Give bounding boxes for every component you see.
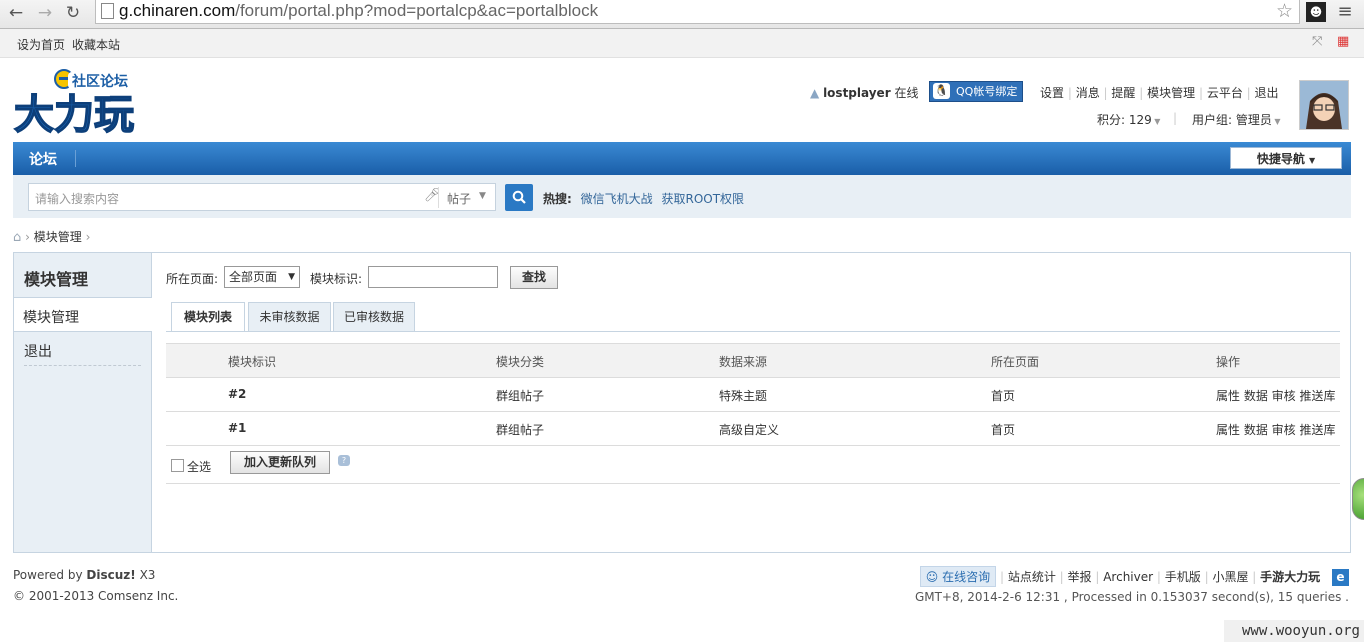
sidebar-title: 模块管理 (24, 270, 89, 289)
sidebar: 模块管理 模块管理 退出 (14, 253, 152, 552)
footer-link-stats[interactable]: 站点统计 (1008, 570, 1056, 584)
block-table: 模块标识 模块分类 数据来源 所在页面 操作 #2 群组帖子 特殊主题 首页 属… (166, 343, 1340, 446)
help-icon[interactable]: ? (338, 455, 350, 466)
breadcrumb: ⌂ › 模块管理 › (13, 230, 91, 245)
search-bar: 请输入搜索内容 🎤︎ 帖子 ▼ 热搜: 微信飞机大战 获取ROOT权限 (13, 175, 1351, 218)
watermark: www.wooyun.org (1224, 620, 1364, 642)
hot-keyword-2[interactable]: 获取ROOT权限 (661, 192, 744, 206)
table-row: #1 群组帖子 高级自定义 首页 属性 数据 审核 推送库 (166, 412, 1340, 446)
avatar[interactable] (1299, 80, 1349, 130)
home-icon[interactable]: ⌂ (13, 230, 21, 245)
nav-forum[interactable]: 论坛 (29, 149, 57, 169)
sidebar-item-logout[interactable]: 退出 (24, 341, 52, 361)
block-manage-link[interactable]: 模块管理 (1147, 86, 1195, 100)
qq-bind-button[interactable]: 🐧 QQ帐号绑定 (929, 81, 1024, 102)
username-link[interactable]: lostplayer (823, 86, 891, 100)
user-links: 设置 | 消息 | 提醒 | 模块管理 | 云平台 | 退出 (1040, 86, 1279, 100)
usergroup-dropdown[interactable]: 用户组: 管理员 ▼ (1192, 111, 1281, 128)
settings-link[interactable]: 设置 (1040, 86, 1064, 100)
tab-reviewed[interactable]: 已审核数据 (333, 302, 415, 332)
user-info: ▲ lostplayer 在线 (810, 84, 918, 101)
breadcrumb-current[interactable]: 模块管理 (34, 230, 82, 244)
select-all-checkbox[interactable] (171, 459, 184, 472)
browser-toolbar: ← → ↻ g.chinaren.com/forum/portal.php?mo… (0, 0, 1364, 29)
notices-link[interactable]: 提醒 (1111, 86, 1135, 100)
site-logo[interactable]: 社区论坛 大力玩 (12, 68, 144, 139)
star-icon[interactable]: ☆ (1276, 0, 1293, 22)
block-id-label: 模块标识: (310, 272, 363, 286)
divider: | (1173, 111, 1178, 125)
logout-link[interactable]: 退出 (1255, 86, 1279, 100)
extension-icon[interactable]: ☻ (1306, 2, 1326, 22)
chevron-down-icon: ▼ (479, 191, 486, 201)
online-status: 在线 (894, 86, 919, 100)
logo-title: 大力玩 (14, 92, 134, 136)
qq-icon: 🐧 (933, 83, 950, 99)
address-bar[interactable]: g.chinaren.com/forum/portal.php?mod=port… (95, 0, 1300, 24)
quick-nav-button[interactable]: 快捷导航 ▼ (1230, 147, 1342, 169)
hot-keyword-1[interactable]: 微信飞机大战 (581, 192, 653, 206)
page-icon (101, 3, 114, 19)
points-dropdown[interactable]: 积分: 129 ▼ (1097, 111, 1160, 128)
find-button[interactable]: 查找 (510, 266, 558, 289)
nav-divider (75, 150, 76, 167)
cloud-platform-link[interactable]: 云平台 (1207, 86, 1243, 100)
footer-link-report[interactable]: 举报 (1068, 570, 1092, 584)
copyright: © 2001-2013 Comsenz Inc. (13, 589, 179, 603)
search-button[interactable] (505, 184, 533, 211)
color-grid-icon[interactable]: ▦ (1337, 34, 1349, 49)
address-url[interactable]: g.chinaren.com/forum/portal.php?mod=port… (119, 0, 598, 21)
forward-icon[interactable]: → (35, 3, 55, 23)
logo-subtitle: 社区论坛 (71, 73, 128, 90)
sidebar-item-block-manage[interactable]: 模块管理 (14, 298, 152, 332)
main-nav: 论坛 快捷导航 ▼ (13, 142, 1351, 175)
add-to-queue-button[interactable]: 加入更新队列 (230, 451, 330, 474)
site-topbar: 设为首页 收藏本站 ⤧ ▦ (0, 29, 1364, 58)
powered-by: Powered by Discuz! X3 (13, 568, 156, 582)
table-row: #2 群组帖子 特殊主题 首页 属性 数据 审核 推送库 (166, 378, 1340, 412)
table-footer: 全选 加入更新队列 ? (166, 451, 1340, 484)
row-actions[interactable]: 属性 数据 审核 推送库 (1216, 421, 1335, 438)
online-consult-button[interactable]: ☺ 在线咨询 (919, 566, 997, 587)
discuz-link[interactable]: Discuz! (86, 568, 135, 582)
floating-ball-icon[interactable] (1352, 478, 1364, 520)
footer-link-blackroom[interactable]: 小黑屋 (1212, 570, 1248, 584)
user-icon: ▲ (810, 86, 820, 100)
main-panel: 模块管理 模块管理 退出 所在页面: 全部页面 ▼ 模块标识: 查找 模块列表 未… (13, 252, 1351, 553)
search-type-select[interactable]: 帖子 (447, 190, 471, 207)
footer-links: ☺ 在线咨询 | 站点统计 | 举报 | Archiver | 手机版 | 小黑… (919, 566, 1349, 587)
footer-link-archiver[interactable]: Archiver (1103, 570, 1153, 584)
footer-time: GMT+8, 2014-2-6 12:31 , Processed in 0.1… (914, 590, 1349, 604)
footer-link-mobile[interactable]: 手机版 (1165, 570, 1201, 584)
reload-icon[interactable]: ↻ (63, 3, 83, 23)
set-home-link[interactable]: 设为首页 (17, 36, 65, 53)
back-icon[interactable]: ← (6, 3, 26, 23)
select-all-label[interactable]: 全选 (187, 458, 211, 475)
hot-label: 热搜: (543, 192, 572, 206)
table-header: 模块标识 模块分类 数据来源 所在页面 操作 (166, 343, 1340, 378)
bookmark-link[interactable]: 收藏本站 (72, 36, 120, 53)
e-icon[interactable]: e (1332, 569, 1349, 586)
search-input[interactable]: 请输入搜索内容 🎤︎ 帖子 ▼ (28, 183, 496, 211)
tab-unreviewed[interactable]: 未审核数据 (248, 302, 331, 332)
footer-link-brand[interactable]: 手游大力玩 (1260, 570, 1320, 584)
tab-block-list[interactable]: 模块列表 (171, 302, 245, 332)
fullscreen-icon[interactable]: ⤧ (1312, 34, 1322, 49)
hot-searches: 热搜: 微信飞机大战 获取ROOT权限 (543, 190, 744, 207)
row-actions[interactable]: 属性 数据 审核 推送库 (1216, 387, 1335, 404)
messages-link[interactable]: 消息 (1076, 86, 1100, 100)
menu-icon[interactable]: ≡ (1335, 2, 1355, 22)
page-label: 所在页面: (166, 272, 219, 286)
block-id-input[interactable] (368, 266, 498, 288)
search-icon (512, 190, 526, 204)
page-select[interactable]: 全部页面 ▼ (224, 266, 300, 288)
search-placeholder: 请输入搜索内容 (35, 192, 120, 206)
